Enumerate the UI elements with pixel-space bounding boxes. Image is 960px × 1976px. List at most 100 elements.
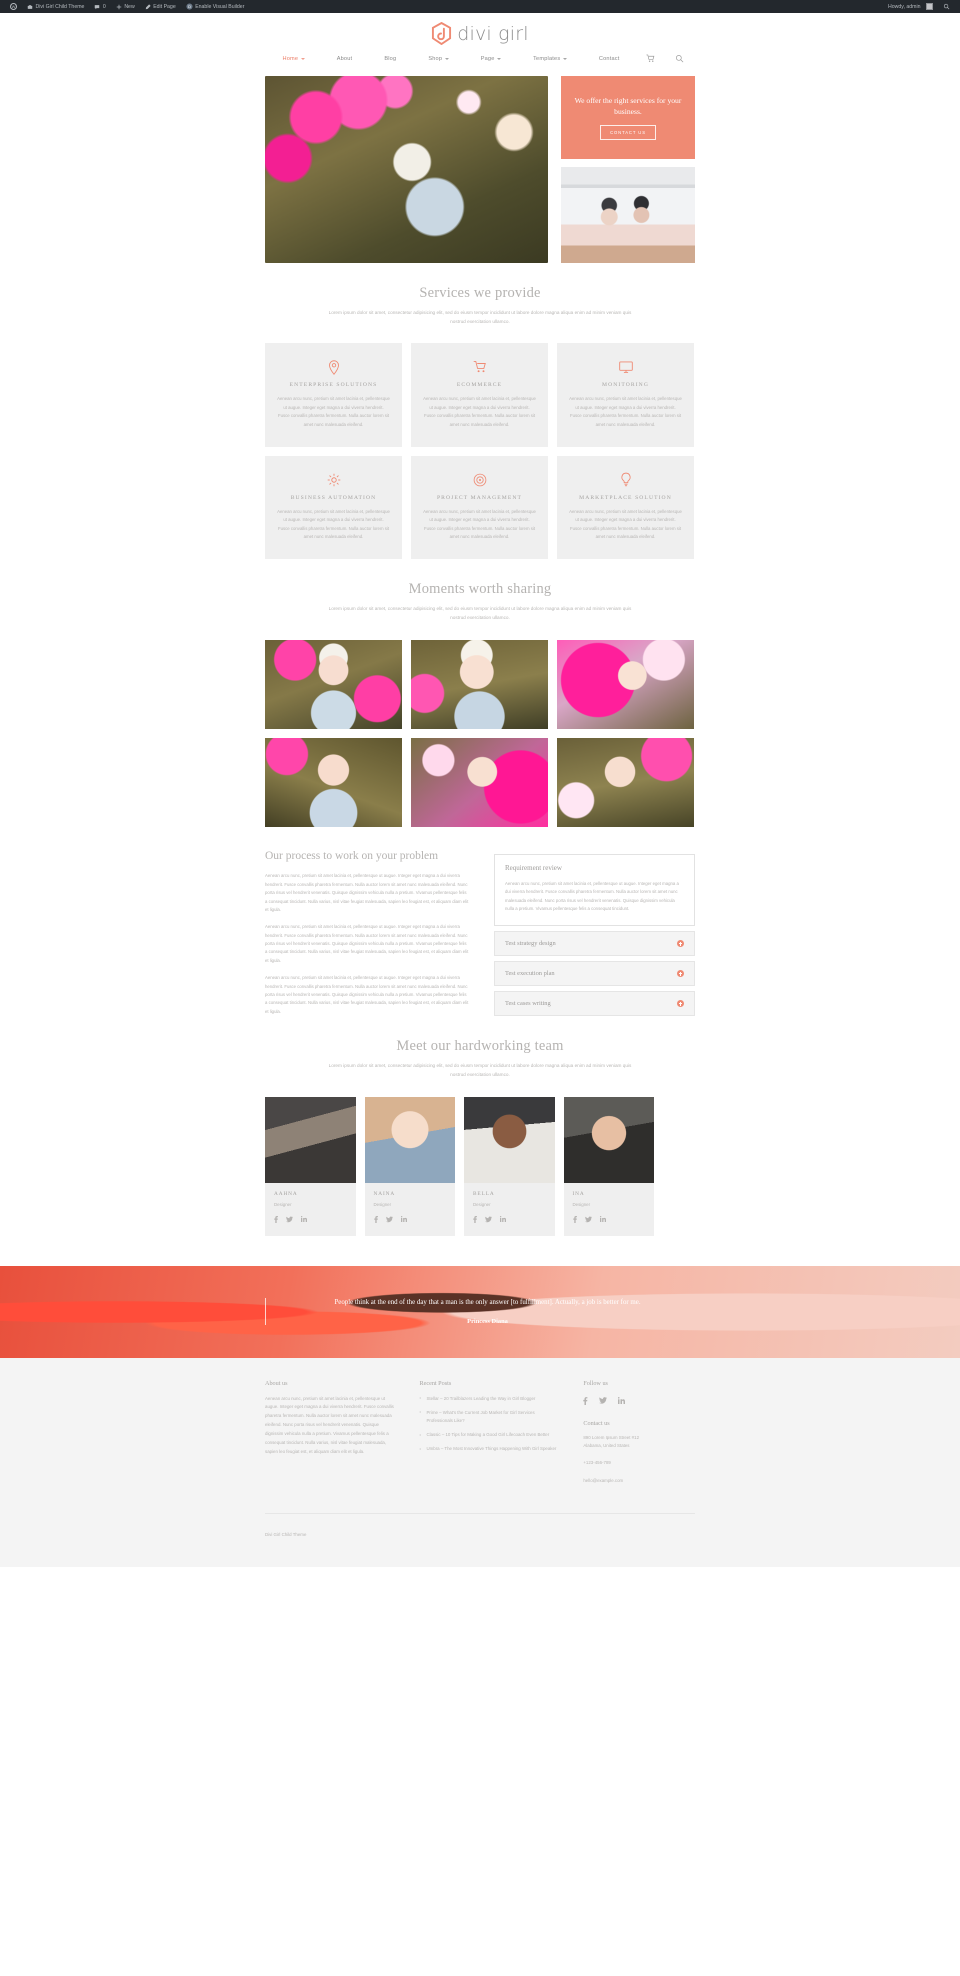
cart-button[interactable]	[636, 54, 665, 63]
accordion: Requirement review Aenean arcu nunc, pre…	[494, 853, 695, 1017]
service-description: Aenean arcu nunc, pretium sit amet lacin…	[277, 396, 390, 427]
footer-recent-posts-column: Recent Posts Stellar – 20 Trailblazers L…	[419, 1380, 561, 1485]
post-link: Umbra – The Most Innovative Things Happe…	[426, 1446, 557, 1452]
plus-icon[interactable]	[677, 970, 684, 978]
nav-item-contact[interactable]: Contact	[583, 56, 636, 62]
edit-page-link[interactable]: Edit Page	[140, 0, 181, 13]
plus-icon	[116, 4, 122, 9]
team-section: Meet our hardworking team Lorem ipsum do…	[265, 1016, 695, 1236]
service-description: Aenean arcu nunc, pretium sit amet lacin…	[569, 508, 682, 539]
linkedin-icon[interactable]	[617, 1396, 625, 1407]
accordion-item-test-execution-plan[interactable]: Test execution plan	[494, 961, 695, 987]
team-member-name: BELLA	[473, 1190, 495, 1197]
team-title: Meet our hardworking team	[396, 1038, 564, 1055]
linkedin-icon[interactable]	[499, 1215, 506, 1225]
footer-about-column: About us Aenean arcu nunc, pretium sit a…	[265, 1380, 397, 1485]
team-member-ina: INA Designer	[563, 1096, 654, 1236]
service-card-business-automation[interactable]: BUSINESS AUTOMATION Aenean arcu nunc, pr…	[265, 455, 402, 560]
service-name: BUSINESS AUTOMATION	[290, 494, 377, 501]
facebook-icon[interactable]	[572, 1215, 577, 1225]
twitter-icon[interactable]	[286, 1216, 293, 1225]
site-logo[interactable]: divi girl	[0, 22, 960, 45]
nav-item-home[interactable]: Home	[266, 56, 320, 62]
facebook-icon[interactable]	[473, 1215, 477, 1225]
accordion-item-test-strategy-design[interactable]: Test strategy design	[494, 931, 695, 957]
list-item[interactable]: Stellar – 20 Trailblazers Leading the Wa…	[419, 1394, 561, 1403]
team-member-role: Designer	[572, 1201, 591, 1207]
gallery-image-4[interactable]	[265, 737, 402, 827]
services-subtitle: Lorem ipsum dolor sit amet, consectetur …	[328, 310, 632, 324]
accordion-item-test-cases-writing[interactable]: Test cases writing	[494, 991, 695, 1017]
edit-page-label: Edit Page	[153, 3, 176, 10]
footer-spacer	[0, 1553, 960, 1567]
nav-item-page[interactable]: Page	[465, 56, 517, 62]
enable-visual-builder-link[interactable]: D Enable Visual Builder	[181, 0, 250, 13]
nav-item-blog[interactable]: Blog	[368, 56, 412, 62]
plus-icon[interactable]	[677, 940, 684, 948]
accordion-title: Requirement review	[505, 863, 562, 872]
footer-recent-posts-list: Stellar – 20 Trailblazers Leading the Wa…	[419, 1394, 561, 1454]
chevron-down-icon	[497, 57, 502, 60]
team-member-photo	[265, 1096, 356, 1183]
plus-icon[interactable]	[677, 1000, 684, 1008]
gallery-image-2[interactable]	[411, 639, 548, 729]
wordpress-logo-icon: W	[10, 3, 17, 10]
team-member-name: NAINA	[373, 1190, 396, 1197]
footer-columns: About us Aenean arcu nunc, pretium sit a…	[265, 1380, 695, 1485]
footer-follow-heading: Follow us	[583, 1379, 608, 1387]
accordion-item-requirement-review[interactable]: Requirement review Aenean arcu nunc, pre…	[494, 853, 695, 927]
facebook-icon[interactable]	[274, 1215, 278, 1225]
nav-item-about[interactable]: About	[321, 56, 369, 62]
new-content-menu[interactable]: New	[111, 0, 140, 13]
service-card-enterprise-solutions[interactable]: ENTERPRISE SOLUTIONS Aenean arcu nunc, p…	[265, 343, 402, 447]
list-item[interactable]: Prime – What's the Current Job Market fo…	[419, 1408, 561, 1425]
team-subtitle: Lorem ipsum dolor sit amet, consectetur …	[328, 1063, 632, 1077]
linkedin-icon[interactable]	[300, 1215, 307, 1225]
gallery-image-1[interactable]	[265, 639, 402, 729]
facebook-icon[interactable]	[583, 1396, 588, 1407]
accordion-title: Test execution plan	[505, 970, 555, 978]
site-name-menu[interactable]: Divi Girl Child Theme	[22, 0, 89, 13]
service-card-ecommerce[interactable]: ECOMMERCE Aenean arcu nunc, pretium sit …	[411, 343, 548, 447]
search-button[interactable]	[665, 54, 694, 63]
wp-logo-menu[interactable]: W	[5, 0, 22, 13]
footer-phone[interactable]: +123-456-789	[583, 1459, 695, 1467]
wp-admin-bar: W Divi Girl Child Theme 0 New Edit Page …	[0, 0, 960, 13]
search-icon	[675, 55, 683, 63]
gallery-image-5[interactable]	[411, 737, 548, 827]
linkedin-icon[interactable]	[599, 1215, 606, 1225]
service-card-project-management[interactable]: PROJECT MANAGEMENT Aenean arcu nunc, pre…	[411, 455, 548, 560]
service-card-monitoring[interactable]: MONITORING Aenean arcu nunc, pretium sit…	[557, 343, 694, 447]
site-footer: About us Aenean arcu nunc, pretium sit a…	[0, 1357, 960, 1568]
facebook-icon[interactable]	[373, 1215, 378, 1225]
quote-author: Princess Diana	[467, 1317, 508, 1325]
nav-label: About	[336, 55, 353, 62]
twitter-icon[interactable]	[385, 1216, 393, 1225]
comments-menu[interactable]: 0	[89, 0, 110, 13]
nav-item-templates[interactable]: Templates	[517, 56, 583, 62]
team-member-role: Designer	[473, 1201, 491, 1207]
twitter-icon[interactable]	[598, 1396, 607, 1407]
gallery-title: Moments worth sharing	[408, 581, 552, 598]
contact-us-button[interactable]: CONTACT US	[600, 125, 656, 140]
twitter-icon[interactable]	[485, 1216, 492, 1225]
list-item[interactable]: Classic – 10 Tips for Making a Good Girl…	[419, 1431, 561, 1439]
service-card-marketplace-solution[interactable]: MARKETPLACE SOLUTION Aenean arcu nunc, p…	[557, 455, 694, 560]
admin-search-button[interactable]	[938, 0, 955, 13]
monitor-icon	[569, 359, 682, 375]
footer-email[interactable]: hello@example.com	[583, 1477, 695, 1485]
service-description: Aenean arcu nunc, pretium sit amet lacin…	[423, 396, 536, 427]
gallery-image-3[interactable]	[557, 639, 694, 729]
nav-item-shop[interactable]: Shop	[412, 56, 464, 62]
linkedin-icon[interactable]	[400, 1215, 407, 1225]
new-label: New	[124, 3, 135, 10]
list-item[interactable]: Umbra – The Most Innovative Things Happe…	[419, 1445, 561, 1453]
post-link: Prime – What's the Current Job Market fo…	[426, 1409, 535, 1423]
accordion-title: Test strategy design	[505, 940, 556, 948]
team-member-socials	[274, 1215, 347, 1225]
hero-main-image	[265, 76, 548, 263]
footer-about-heading: About us	[265, 1379, 288, 1387]
twitter-icon[interactable]	[584, 1216, 592, 1225]
my-account-menu[interactable]: Howdy, admin	[883, 0, 938, 13]
gallery-image-6[interactable]	[557, 737, 694, 827]
